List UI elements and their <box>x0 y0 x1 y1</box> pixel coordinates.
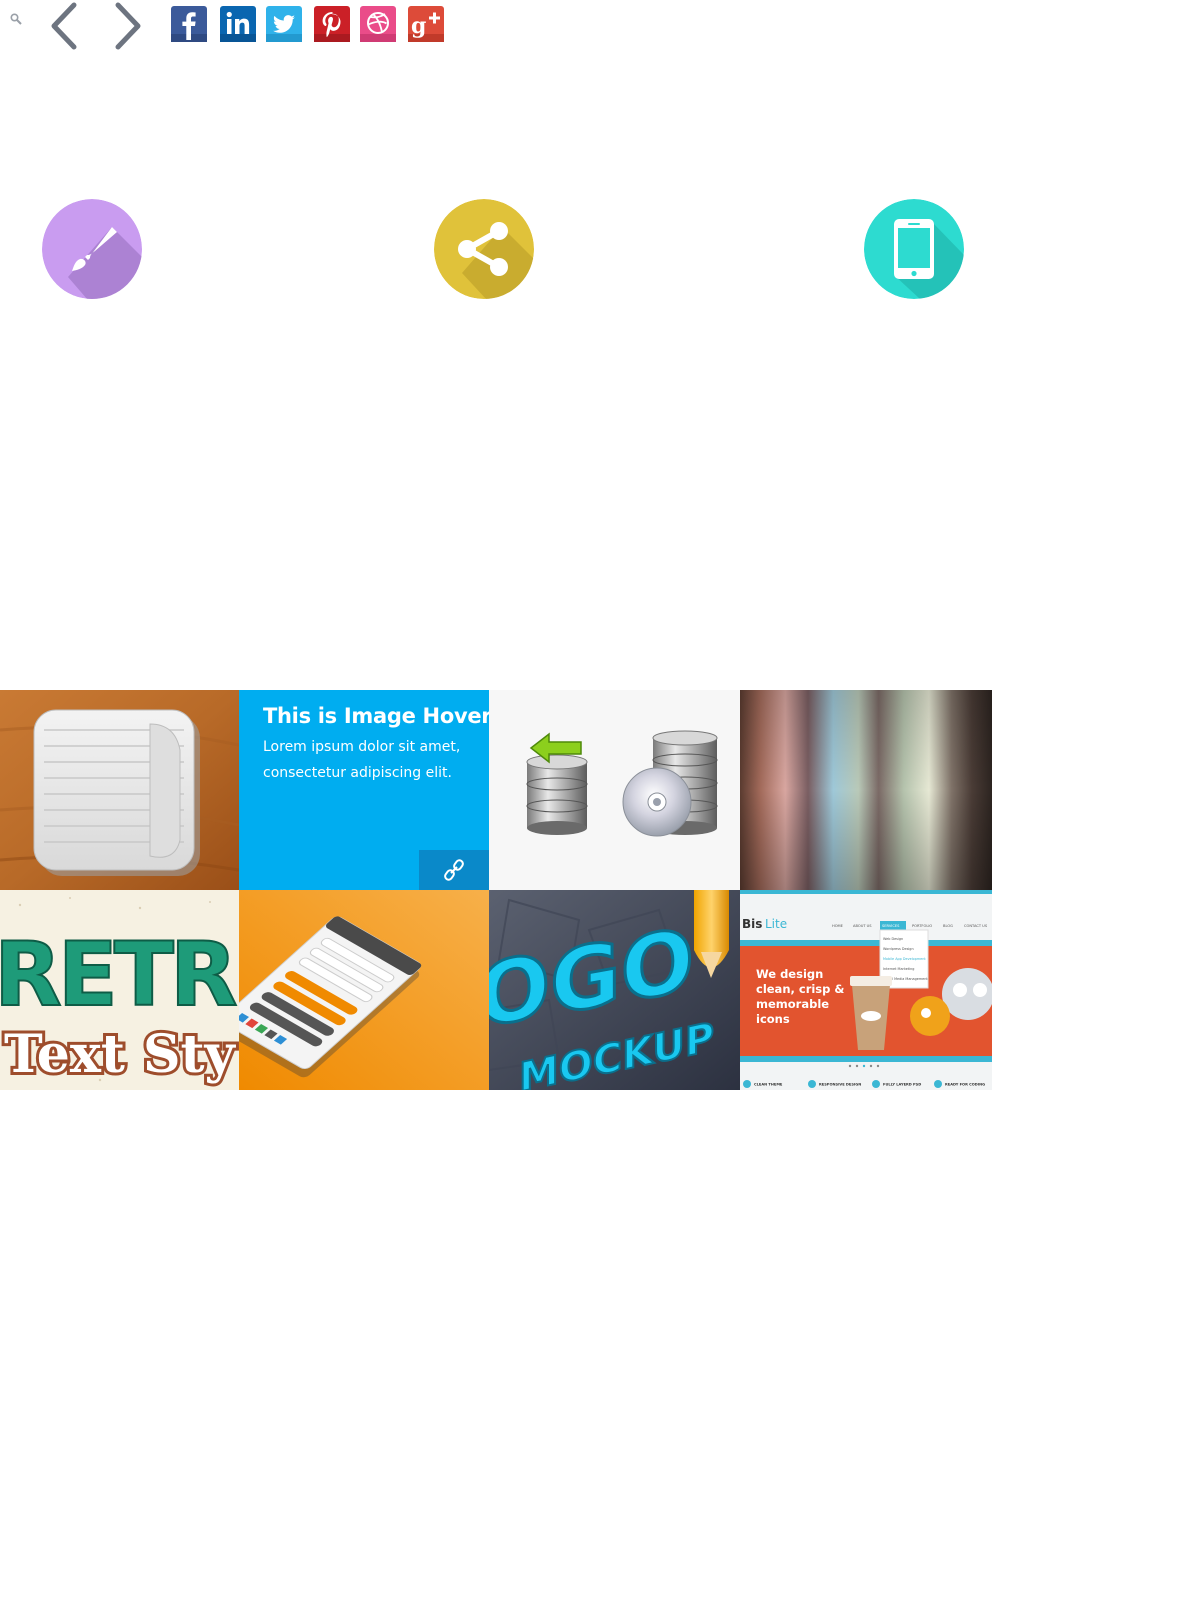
bislite-nav-home: HOME <box>832 924 844 928</box>
bislite-menu-1: Web Design <box>883 937 903 941</box>
paintbrush-feature-icon <box>42 199 142 299</box>
bislite-headline-2: clean, crisp & <box>756 982 844 996</box>
bislite-feature-1: CLEAN THEME <box>754 1083 783 1087</box>
chevron-right-icon[interactable] <box>108 2 148 52</box>
bislite-menu-3: Mobile App Development <box>883 957 926 961</box>
bislite-feature-3: FULLY LAYERD PSD <box>883 1083 921 1087</box>
portfolio-item-notes-app[interactable] <box>0 690 239 890</box>
portfolio-item-mobile-ui-kit[interactable] <box>239 890 489 1090</box>
pinterest-icon[interactable] <box>314 6 350 42</box>
bislite-nav-contact: CONTACT US <box>964 924 988 928</box>
portfolio-item-logo-mockup[interactable]: OGO MOCKUP <box>489 890 740 1090</box>
smartphone-feature-icon <box>864 199 964 299</box>
bislite-headline-3: memorable <box>756 997 829 1011</box>
portfolio-item-image-hover[interactable]: This is Image Hover Lorem ipsum dolor si… <box>239 690 489 890</box>
svg-text:g: g <box>411 13 426 39</box>
portfolio-item-retro-text[interactable]: RETR Text Sty <box>0 890 239 1090</box>
bislite-nav-blog: BLOG <box>943 924 953 928</box>
facebook-icon[interactable] <box>171 6 207 42</box>
portfolio-item-blurred-stripes[interactable] <box>740 690 992 890</box>
retro-headline: RETR <box>0 923 236 1026</box>
bislite-brand-suffix: Lite <box>765 917 787 931</box>
linkedin-icon[interactable] <box>220 6 256 42</box>
bislite-headline-4: icons <box>756 1012 790 1026</box>
twitter-icon[interactable] <box>266 6 302 42</box>
hover-description: Lorem ipsum dolor sit amet, consectetur … <box>263 739 461 781</box>
hover-title: This is Image Hover <box>263 704 489 728</box>
dribbble-icon[interactable] <box>360 6 396 42</box>
portfolio-item-bislite-template[interactable]: Bis Lite HOME ABOUT US SERVICES PORTFOLI… <box>740 890 992 1090</box>
bislite-nav-about: ABOUT US <box>853 924 872 928</box>
bislite-menu-2: Wordpress Design <box>883 947 914 951</box>
chevron-left-icon[interactable] <box>46 2 86 52</box>
bislite-feature-2: RESPONSIVE DESIGN <box>819 1083 861 1087</box>
link-button[interactable] <box>419 850 489 890</box>
bislite-brand: Bis <box>742 917 762 931</box>
bislite-menu-4: Internet Marketing <box>883 967 914 971</box>
bislite-feature-4: READY FOR CODING <box>945 1083 985 1087</box>
bislite-headline-1: We design <box>756 967 823 981</box>
retro-subline: Text Sty <box>4 1024 237 1085</box>
portfolio-item-database-backup[interactable] <box>489 690 740 890</box>
google-plus-icon[interactable]: g <box>408 6 444 42</box>
share-feature-icon <box>434 199 534 299</box>
bislite-nav-portfolio: PORTFOLIO <box>912 924 932 928</box>
search-icon[interactable] <box>10 12 22 25</box>
bislite-nav-services: SERVICES <box>882 924 900 928</box>
